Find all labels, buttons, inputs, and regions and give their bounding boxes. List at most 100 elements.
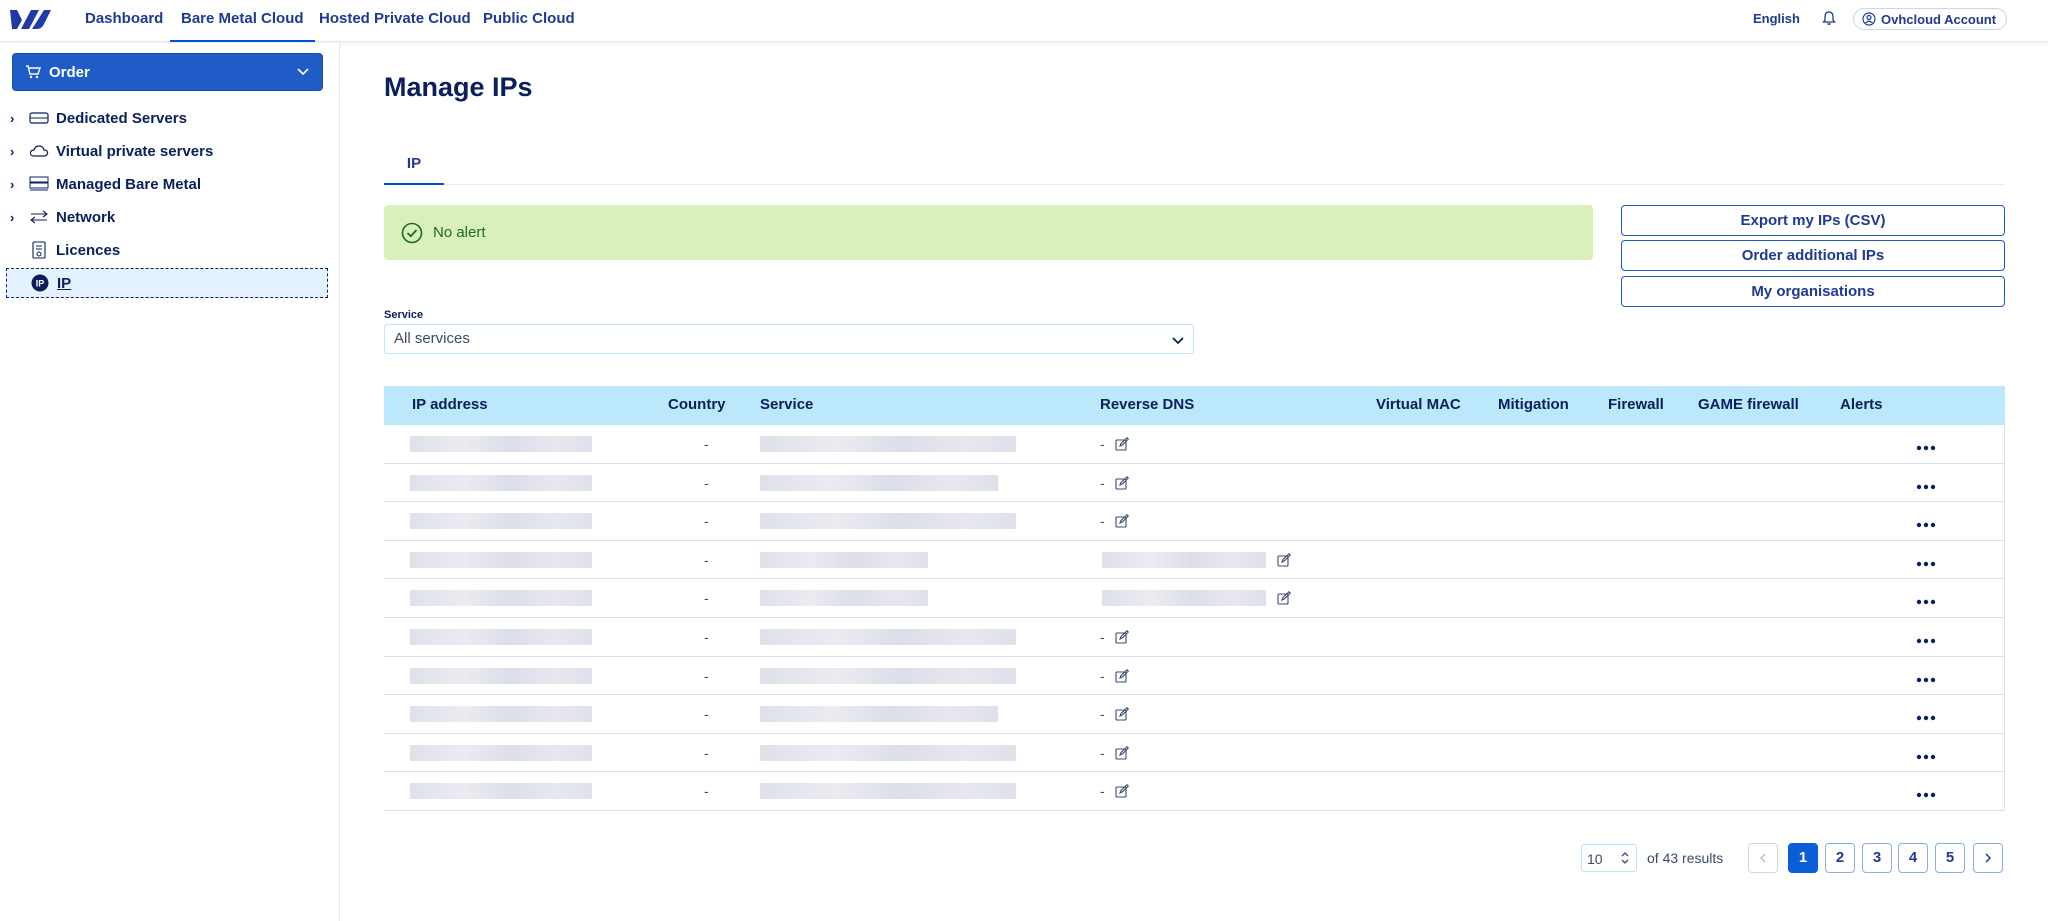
edit-icon[interactable] (1115, 668, 1130, 683)
edit-icon[interactable] (1115, 745, 1130, 760)
top-navigation: Dashboard Bare Metal Cloud Hosted Privat… (0, 0, 2048, 42)
sidebar: Order › Dedicated Servers › Virtual priv… (0, 43, 340, 921)
page-button-5[interactable]: 5 (1935, 843, 1965, 873)
column-game-firewall[interactable]: GAME firewall (1698, 386, 1799, 425)
sidebar-item-licences[interactable]: Licences (6, 235, 328, 265)
sidebar-item-label: Virtual private servers (56, 142, 214, 160)
language-selector[interactable]: English (1753, 0, 1800, 38)
nav-hosted-private-cloud[interactable]: Hosted Private Cloud (319, 0, 471, 42)
more-actions-icon[interactable] (1916, 786, 1936, 798)
nav-public-cloud[interactable]: Public Cloud (483, 0, 575, 42)
more-actions-icon[interactable] (1916, 748, 1936, 759)
more-actions-icon[interactable] (1916, 632, 1936, 644)
table-row: -- (384, 772, 2005, 811)
nav-bare-metal-cloud[interactable]: Bare Metal Cloud (170, 0, 315, 42)
redacted-service (760, 513, 1016, 530)
sidebar-item-dedicated-servers[interactable]: › Dedicated Servers (6, 103, 328, 133)
reverse-dns-cell: - (1100, 744, 1105, 761)
edit-icon[interactable] (1115, 475, 1130, 490)
column-alerts[interactable]: Alerts (1840, 386, 1883, 425)
edit-icon[interactable] (1115, 514, 1130, 528)
reverse-dns-cell: - (1100, 474, 1105, 491)
more-actions-icon[interactable] (1916, 516, 1936, 528)
ovhcloud-logo-icon[interactable] (8, 6, 52, 32)
edit-icon[interactable] (1115, 437, 1130, 451)
tab-bar: IP (384, 145, 2004, 185)
chevron-right-icon: › (10, 176, 15, 192)
sidebar-item-ip[interactable]: IP IP (6, 268, 328, 298)
table-row: -- (384, 695, 2005, 734)
bell-icon[interactable] (1821, 10, 1837, 26)
country-cell: - (704, 628, 709, 645)
edit-icon[interactable] (1115, 784, 1130, 798)
ip-icon: IP (29, 274, 51, 292)
chevron-down-icon (1172, 337, 1184, 345)
column-service[interactable]: Service (760, 386, 813, 425)
redacted-reverse-dns (1102, 590, 1266, 607)
column-country[interactable]: Country (668, 386, 726, 425)
svg-text:IP: IP (36, 279, 45, 289)
my-organisations-button[interactable]: My organisations (1621, 276, 2005, 307)
column-virtual-mac[interactable]: Virtual MAC (1376, 386, 1461, 425)
edit-icon[interactable] (1115, 630, 1130, 644)
account-button[interactable]: Ovhcloud Account (1853, 8, 2008, 30)
service-filter-select[interactable]: All services (384, 324, 1194, 354)
table-row: -- (384, 733, 2005, 773)
column-reverse-dns[interactable]: Reverse DNS (1100, 386, 1194, 425)
next-page-button[interactable] (1973, 843, 2003, 873)
sidebar-item-label: IP (57, 274, 72, 292)
sidebar-item-label: Managed Bare Metal (56, 175, 202, 193)
country-cell: - (704, 513, 709, 530)
redacted-service (760, 706, 998, 723)
page-button-4[interactable]: 4 (1898, 843, 1928, 873)
page-size-select[interactable]: 10 (1581, 844, 1637, 872)
table-row: - (384, 579, 2005, 618)
sidebar-item-managed-bare-metal[interactable]: › Managed Bare Metal (6, 169, 328, 199)
column-ip-address[interactable]: IP address (412, 386, 488, 425)
reverse-dns-cell: - (1100, 436, 1105, 452)
nav-dashboard[interactable]: Dashboard (85, 0, 163, 42)
edit-icon[interactable] (1277, 591, 1292, 605)
country-cell: - (704, 551, 709, 568)
redacted-ip-address (410, 590, 592, 607)
table-header: IP address Country Service Reverse DNS V… (384, 386, 2005, 425)
country-cell: - (704, 706, 709, 723)
edit-icon[interactable] (1277, 552, 1292, 567)
redacted-service (760, 628, 1016, 645)
page-title: Manage IPs (384, 72, 533, 102)
more-actions-icon[interactable] (1916, 439, 1936, 451)
more-actions-icon[interactable] (1916, 478, 1936, 489)
reverse-dns-cell: - (1100, 783, 1105, 800)
sidebar-item-network[interactable]: › Network (6, 202, 328, 232)
more-actions-icon[interactable] (1916, 555, 1936, 566)
page-size-value: 10 (1587, 851, 1603, 867)
redacted-service (760, 551, 928, 568)
redacted-service (760, 783, 1016, 800)
page-button-1[interactable]: 1 (1788, 843, 1818, 873)
service-filter-label: Service (384, 309, 424, 321)
edit-icon[interactable] (1115, 707, 1130, 721)
more-actions-icon[interactable] (1916, 709, 1936, 721)
tab-ip[interactable]: IP (384, 145, 444, 185)
export-ips-csv-button[interactable]: Export my IPs (CSV) (1621, 205, 2005, 236)
order-button[interactable]: Order (12, 53, 323, 91)
column-firewall[interactable]: Firewall (1608, 386, 1664, 425)
order-additional-ips-button[interactable]: Order additional IPs (1621, 240, 2005, 271)
table-row: -- (384, 463, 2005, 503)
licence-icon (28, 241, 50, 259)
redacted-ip-address (410, 474, 592, 491)
page-button-2[interactable]: 2 (1825, 843, 1855, 873)
country-cell: - (704, 744, 709, 761)
chevron-right-icon: › (10, 143, 15, 159)
more-actions-icon[interactable] (1916, 593, 1936, 605)
previous-page-button[interactable] (1748, 843, 1778, 873)
column-mitigation[interactable]: Mitigation (1498, 386, 1569, 425)
sidebar-item-label: Network (56, 208, 116, 226)
up-down-icon (1621, 852, 1629, 864)
reverse-dns-cell: - (1100, 706, 1105, 723)
user-icon (1862, 12, 1876, 26)
more-actions-icon[interactable] (1916, 671, 1936, 682)
sidebar-item-vps[interactable]: › Virtual private servers (6, 136, 328, 166)
redacted-service (760, 667, 1016, 684)
page-button-3[interactable]: 3 (1862, 843, 1892, 873)
